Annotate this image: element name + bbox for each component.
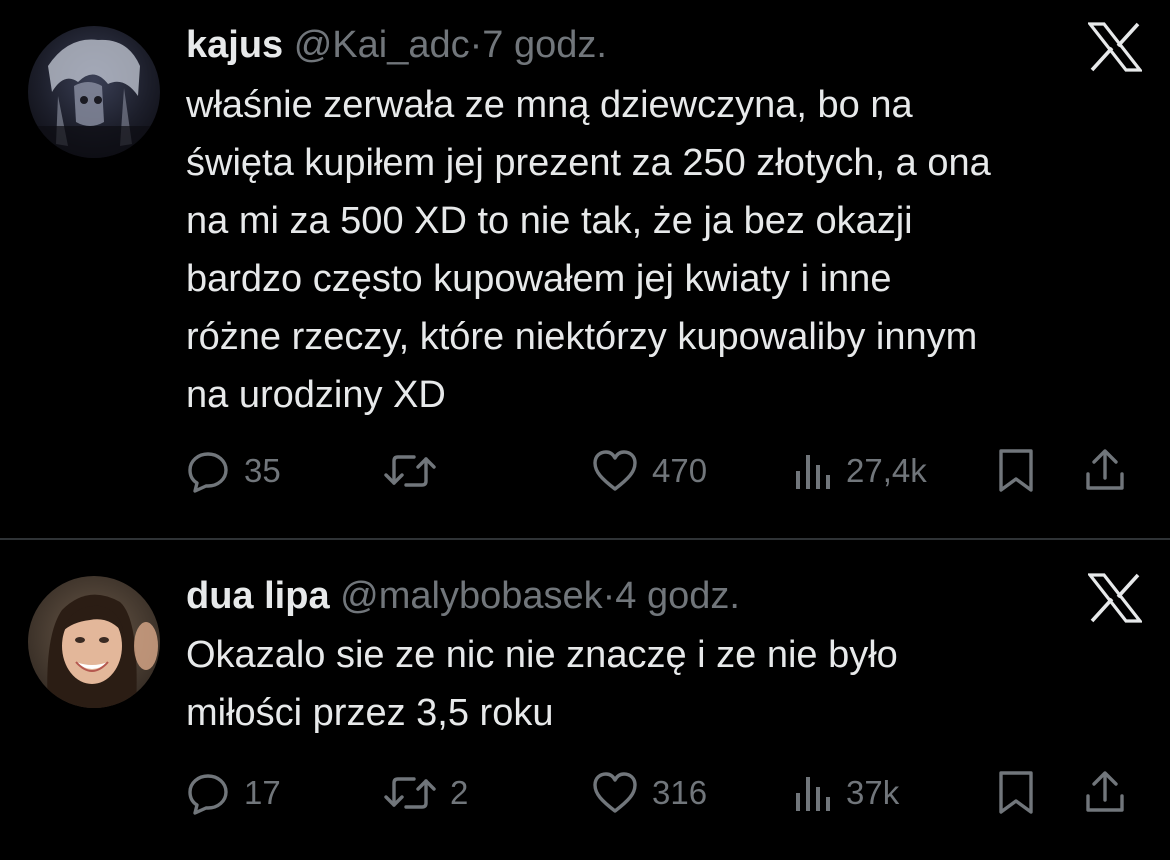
reply-count: 17 xyxy=(244,774,281,811)
view-count: 27,4k xyxy=(846,452,927,489)
share-icon xyxy=(1086,771,1124,812)
tweet-header: dua lipa @malybobasek·4 godz. xyxy=(186,573,740,619)
separator-dot: · xyxy=(469,24,483,66)
bookmark-button[interactable] xyxy=(996,765,1036,821)
repost-count: 2 xyxy=(450,774,469,811)
reply-icon xyxy=(188,774,228,815)
avatar[interactable] xyxy=(28,26,160,158)
like-button[interactable]: 316 xyxy=(592,765,707,821)
reply-button[interactable]: 35 xyxy=(186,443,281,499)
reply-button[interactable]: 17 xyxy=(186,765,281,821)
views-icon xyxy=(796,455,830,489)
x-logo-icon[interactable] xyxy=(1086,22,1144,72)
repost-icon xyxy=(384,455,436,487)
smiling-woman-avatar-icon xyxy=(28,576,160,708)
like-count: 470 xyxy=(652,452,708,489)
heart-icon xyxy=(593,450,637,491)
bookmark-icon xyxy=(999,449,1033,492)
view-count: 37k xyxy=(846,774,900,811)
views-button[interactable]: 27,4k xyxy=(794,443,927,499)
display-name[interactable]: dua lipa xyxy=(186,575,330,617)
display-name[interactable]: kajus xyxy=(186,24,283,66)
handle[interactable]: @Kai_adc xyxy=(294,24,470,66)
tweet-header: kajus @Kai_adc·7 godz. xyxy=(186,22,607,68)
action-bar: 35 470 27,4k xyxy=(186,443,1146,499)
like-count: 316 xyxy=(652,774,708,811)
avatar[interactable] xyxy=(28,576,160,708)
share-button[interactable] xyxy=(1084,765,1126,821)
dark-anime-avatar-icon xyxy=(28,26,160,158)
reply-count: 35 xyxy=(244,452,281,489)
like-button[interactable]: 470 xyxy=(592,443,707,499)
tweet[interactable]: dua lipa @malybobasek·4 godz. Okazalo si… xyxy=(0,540,1170,860)
tweet-text: właśnie zerwała ze mną dziewczyna, bo na… xyxy=(186,84,991,416)
repost-button[interactable] xyxy=(384,443,450,499)
repost-button[interactable]: 2 xyxy=(384,765,468,821)
handle[interactable]: @malybobasek xyxy=(340,575,602,617)
share-button[interactable] xyxy=(1084,443,1126,499)
share-icon xyxy=(1086,449,1124,490)
timestamp[interactable]: 7 godz. xyxy=(482,24,607,66)
tweet-text: Okazalo sie ze nic nie znaczę i ze nie b… xyxy=(186,634,898,734)
separator-dot: · xyxy=(602,575,616,617)
heart-icon xyxy=(593,772,637,813)
repost-icon xyxy=(384,777,436,809)
action-bar: 17 2 316 37k xyxy=(186,765,1146,821)
x-logo-icon[interactable] xyxy=(1086,573,1144,623)
tweet[interactable]: kajus @Kai_adc·7 godz. właśnie zerwała z… xyxy=(0,0,1170,538)
timestamp[interactable]: 4 godz. xyxy=(615,575,740,617)
views-icon xyxy=(796,777,830,811)
bookmark-button[interactable] xyxy=(996,443,1036,499)
views-button[interactable]: 37k xyxy=(794,765,899,821)
bookmark-icon xyxy=(999,771,1033,814)
reply-icon xyxy=(188,452,228,493)
